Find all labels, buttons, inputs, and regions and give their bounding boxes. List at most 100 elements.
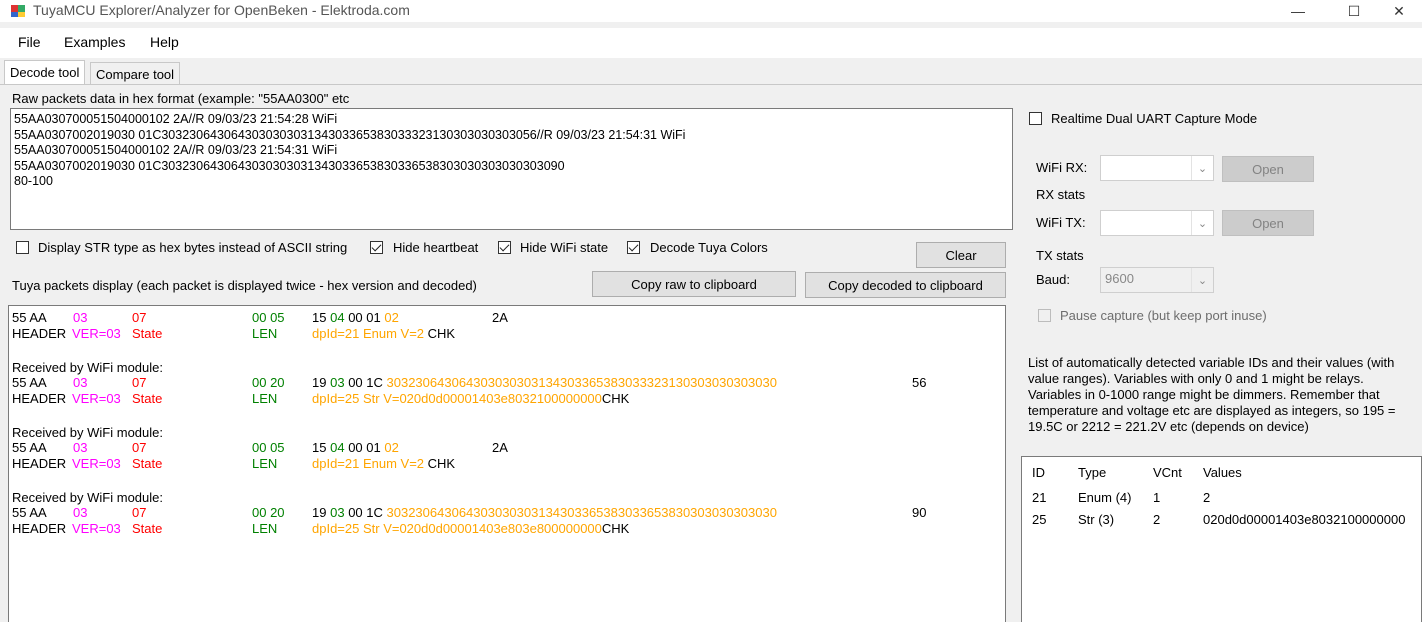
received-label: Received by WiFi module: (12, 425, 163, 440)
dp-type-hex: 03 (330, 505, 345, 520)
realtime-capture-checkbox[interactable] (1029, 112, 1042, 125)
packet-cmd-hex: 07 (132, 440, 147, 455)
dp-data-hex: 02 (384, 440, 399, 455)
menu-help[interactable]: Help (150, 34, 179, 50)
tab-compare-tool[interactable]: Compare tool (90, 62, 181, 85)
dp-desc: dpId=21 Enum V=2 (312, 326, 428, 341)
open-rx-button[interactable]: Open (1222, 156, 1314, 182)
var-values[interactable]: 2 (1203, 490, 1210, 505)
packets-display[interactable]: 55 AA 03 07 00 05 15 04 00 01 02 2A HEAD… (8, 305, 1006, 622)
hide-wifi-state-checkbox[interactable] (498, 241, 511, 254)
packet-dp-hex: 15 04 00 01 02 (312, 440, 399, 455)
packet-header-label: HEADER (12, 456, 67, 471)
received-label: Received by WiFi module: (12, 360, 163, 375)
var-type[interactable]: Enum (4) (1078, 490, 1131, 505)
packet-cmd-hex: 07 (132, 310, 147, 325)
hide-wifi-state-label: Hide WiFi state (520, 240, 609, 255)
display-str-hex-checkbox[interactable] (16, 241, 29, 254)
packet-dp-decoded: dpId=25 Str V=020d0d00001403e803e8000000… (312, 521, 629, 536)
packet-ver-label: VER=03 (72, 521, 121, 536)
raw-line: 55AA030700051504000102 2A//R 09/03/23 21… (14, 143, 338, 157)
variables-list[interactable] (1021, 456, 1422, 622)
var-id[interactable]: 25 (1032, 512, 1046, 527)
menu-examples[interactable]: Examples (64, 34, 125, 50)
var-vcnt[interactable]: 1 (1153, 490, 1160, 505)
copy-raw-button[interactable]: Copy raw to clipboard (592, 271, 796, 297)
dp-desc: dpId=25 Str V=020d0d00001403e803e8000000… (312, 521, 602, 536)
column-type[interactable]: Type (1078, 465, 1106, 480)
var-id[interactable]: 21 (1032, 490, 1046, 505)
packet-cmd-label: State (132, 521, 163, 536)
packets-label: Tuya packets display (each packet is dis… (12, 278, 477, 293)
hide-heartbeat-label: Hide heartbeat (393, 240, 479, 255)
raw-data-textarea[interactable]: 55AA030700051504000102 2A//R 09/03/23 21… (10, 108, 1013, 230)
packet-cmd-label: State (132, 456, 163, 471)
open-tx-button[interactable]: Open (1222, 210, 1314, 236)
column-vcnt[interactable]: VCnt (1153, 465, 1182, 480)
packet-ver-hex: 03 (73, 375, 88, 390)
maximize-button[interactable]: ☐ (1331, 0, 1377, 22)
chevron-down-icon: ⌄ (1191, 211, 1213, 235)
packet-cmd-hex: 07 (132, 505, 147, 520)
dp-len-hex: 00 1C (348, 375, 383, 390)
packet-len-hex: 00 05 (252, 310, 285, 325)
chk-label: CHK (601, 391, 630, 406)
packet-header-hex: 55 AA (12, 310, 47, 325)
packet-header-hex: 55 AA (12, 375, 47, 390)
packet-header-hex: 55 AA (12, 440, 47, 455)
wifi-tx-select[interactable]: ⌄ (1100, 210, 1214, 236)
baud-label: Baud: (1036, 272, 1070, 287)
packet-len-label: LEN (252, 521, 278, 536)
close-button[interactable]: ✕ (1376, 0, 1422, 22)
chk-label: CHK (427, 456, 456, 471)
pause-capture-checkbox[interactable] (1038, 309, 1051, 322)
chk-label: CHK (601, 521, 630, 536)
var-type[interactable]: Str (3) (1078, 512, 1114, 527)
tab-strip (0, 84, 1422, 85)
var-vcnt[interactable]: 2 (1153, 512, 1160, 527)
close-icon: ✕ (1393, 2, 1405, 19)
raw-line: 80-100 (14, 174, 53, 188)
dp-len-hex: 00 1C (348, 505, 383, 520)
raw-line: 55AA030700051504000102 2A//R 09/03/23 21… (14, 112, 338, 126)
packet-dp-hex: 19 03 00 1C 3032306430643030303031343033… (312, 505, 777, 520)
packet-ver-hex: 03 (73, 440, 88, 455)
packet-dp-decoded: dpId=25 Str V=020d0d00001403e80321000000… (312, 391, 629, 406)
menu-file[interactable]: File (18, 34, 41, 50)
tab-decode-tool[interactable]: Decode tool (4, 60, 86, 84)
packet-len-hex: 00 05 (252, 440, 285, 455)
packet-dp-hex: 15 04 00 01 02 (312, 310, 399, 325)
dp-type-hex: 04 (330, 440, 345, 455)
var-values[interactable]: 020d0d00001403e8032100000000 (1203, 512, 1405, 527)
packet-len-label: LEN (252, 326, 278, 341)
minimize-button[interactable]: — (1275, 0, 1321, 22)
packet-dp-decoded: dpId=21 Enum V=2 CHK (312, 456, 455, 471)
dp-type-hex: 03 (330, 375, 345, 390)
packet-header-label: HEADER (12, 326, 67, 341)
decode-tuya-colors-checkbox[interactable] (627, 241, 640, 254)
window-title: TuyaMCU Explorer/Analyzer for OpenBeken … (33, 2, 410, 18)
column-id[interactable]: ID (1032, 465, 1045, 480)
rx-stats-label: RX stats (1036, 187, 1086, 202)
baud-select[interactable]: 9600 ⌄ (1100, 267, 1214, 293)
packet-header-hex: 55 AA (12, 505, 47, 520)
dp-desc: dpId=21 Enum V=2 (312, 456, 428, 471)
hide-heartbeat-checkbox[interactable] (370, 241, 383, 254)
packet-chk-hex: 2A (492, 310, 508, 325)
packet-cmd-label: State (132, 326, 163, 341)
realtime-capture-label: Realtime Dual UART Capture Mode (1051, 111, 1258, 126)
display-str-hex-label: Display STR type as hex bytes instead of… (38, 240, 348, 255)
packet-ver-label: VER=03 (72, 391, 121, 406)
decode-tuya-colors-label: Decode Tuya Colors (650, 240, 768, 255)
wifi-rx-select[interactable]: ⌄ (1100, 155, 1214, 181)
minimize-icon: — (1291, 3, 1305, 19)
app-icon (11, 5, 25, 17)
wifi-tx-label: WiFi TX: (1036, 215, 1086, 230)
copy-decoded-button[interactable]: Copy decoded to clipboard (805, 272, 1006, 298)
clear-button[interactable]: Clear (916, 242, 1006, 268)
baud-value: 9600 (1105, 271, 1134, 286)
raw-data-label: Raw packets data in hex format (example:… (12, 91, 350, 106)
maximize-icon: ☐ (1347, 2, 1361, 19)
column-values[interactable]: Values (1203, 465, 1242, 480)
dp-len-hex: 00 01 (348, 310, 381, 325)
